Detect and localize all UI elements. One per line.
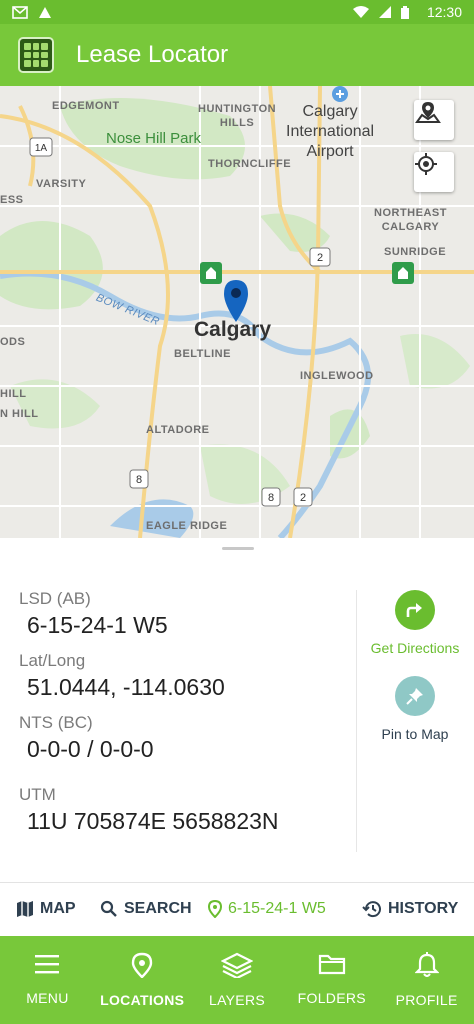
hwy-shield-2a: 2 (317, 252, 323, 264)
utm-value: 11U 705874E 5658823N (27, 808, 279, 834)
nts-label: NTS (BC) (19, 713, 93, 732)
layers-icon (220, 952, 253, 978)
app-bar: Lease Locator (0, 24, 474, 86)
map-label-beltline: BELTLINE (174, 348, 231, 360)
map-label-inglewood: INGLEWOOD (300, 370, 374, 382)
location-marker-icon (208, 900, 222, 918)
pin-circle (395, 676, 435, 716)
map-label-nose-hill-park: Nose Hill Park (106, 130, 202, 147)
map-label-eagle-ridge: EAGLE RIDGE (146, 520, 228, 532)
nav-profile-label: PROFILE (395, 992, 458, 1008)
hwy-shield-8b: 8 (268, 492, 274, 504)
map-label-northeast-calgary: NORTHEAST CALGARY (374, 207, 447, 233)
history-clock-icon (362, 901, 381, 918)
wifi-icon (352, 6, 369, 18)
utm-label: UTM (19, 785, 56, 804)
folder-icon (318, 954, 345, 975)
lsd-label: LSD (AB) (19, 589, 91, 608)
nav-menu[interactable]: MENU (0, 936, 95, 1024)
nav-folders[interactable]: FOLDERS (284, 936, 379, 1024)
location-pin-outline-icon (131, 952, 153, 978)
get-directions-button[interactable]: Get Directions (356, 590, 474, 656)
map-label-n-hill: N HILL (0, 408, 39, 420)
nav-locations-label: LOCATIONS (100, 992, 185, 1008)
map-label-hill: HILL (0, 388, 27, 400)
lsd-value: 6-15-24-1 W5 (27, 612, 168, 638)
app-title: Lease Locator (76, 41, 229, 68)
sheet-drag-handle[interactable] (222, 547, 254, 550)
tab-history-label: HISTORY (388, 900, 459, 917)
status-time: 12:30 (426, 4, 462, 20)
hamburger-menu-icon (35, 955, 60, 974)
map-label-calgary: Calgary (194, 318, 272, 341)
nav-layers-label: LAYERS (208, 992, 265, 1008)
tab-map-label: MAP (40, 900, 76, 917)
map-label-edgemont: EDGEMONT (52, 100, 120, 112)
latlong-value: 51.0444, -114.0630 (27, 674, 225, 700)
map-view[interactable]: 1A 2 8 8 2 EDGEMONT HUNTINGTON HILLS Nos… (0, 86, 474, 538)
my-location-button[interactable] (414, 152, 454, 192)
nav-menu-label: MENU (26, 990, 69, 1006)
tab-current-location[interactable]: 6-15-24-1 W5 (208, 900, 326, 918)
map-label-varsity: VARSITY (36, 178, 87, 190)
gmail-icon (12, 5, 28, 19)
tab-map[interactable]: MAP (16, 900, 76, 918)
warning-icon (39, 6, 51, 18)
nav-layers[interactable]: LAYERS (190, 936, 285, 1024)
nts-value: 0-0-0 / 0-0-0 (27, 736, 154, 762)
map-label-ods: ODS (0, 336, 26, 348)
hwy-shield-1a: 1A (35, 143, 48, 154)
get-directions-label: Get Directions (370, 640, 460, 656)
nav-folders-label: FOLDERS (297, 990, 366, 1006)
signal-icon (378, 6, 391, 18)
map-label-thorncliffe: THORNCLIFFE (208, 158, 292, 170)
nav-locations[interactable]: LOCATIONS (95, 936, 190, 1024)
tab-history[interactable]: HISTORY (362, 900, 458, 918)
latlong-label: Lat/Long (19, 651, 86, 670)
tab-search-label: SEARCH (124, 900, 192, 917)
location-details: LSD (AB) 6-15-24-1 W5 Lat/Long 51.0444, … (0, 588, 356, 846)
map-pin-layers-icon (415, 102, 441, 123)
map-label-huntington-hills: HUNTINGTON HILLS (198, 103, 277, 129)
map-fold-icon (17, 901, 33, 917)
pin-to-map-button[interactable]: Pin to Map (356, 676, 474, 742)
bell-icon (414, 952, 439, 977)
nav-profile[interactable]: PROFILE (379, 936, 474, 1024)
crosshair-icon (415, 153, 437, 175)
battery-icon (400, 5, 409, 19)
hwy-shield-2b: 2 (300, 492, 306, 504)
map-label-sunridge: SUNRIDGE (384, 246, 447, 258)
bottom-navigation: MENU LOCATIONS LAYERS FOLDERS PROFILE (0, 936, 474, 1024)
status-bar: 12:30 (0, 0, 474, 24)
pushpin-icon (406, 688, 423, 705)
directions-circle (395, 590, 435, 630)
app-logo-icon (18, 37, 54, 73)
location-tab-strip: MAP SEARCH 6-15-24-1 W5 HISTORY (0, 882, 474, 936)
map-label-altadore: ALTADORE (146, 424, 210, 436)
turn-right-arrow-icon (406, 603, 422, 617)
pin-to-map-label: Pin to Map (381, 726, 449, 742)
search-icon (100, 900, 117, 917)
tab-search[interactable]: SEARCH (100, 900, 192, 918)
map-background: 1A 2 8 8 2 (0, 86, 474, 538)
hwy-shield-8a: 8 (136, 474, 142, 486)
map-layers-button[interactable] (414, 100, 454, 140)
map-label-ess: ESS (0, 194, 24, 206)
tab-current-location-label: 6-15-24-1 W5 (228, 900, 326, 917)
map-label-airport: Calgary International Airport (286, 103, 375, 160)
